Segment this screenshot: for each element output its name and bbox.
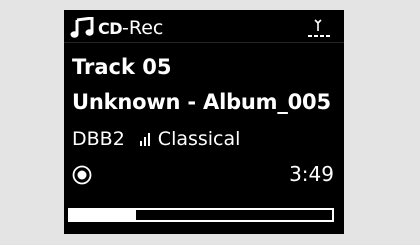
station-label: DBB2 — [72, 128, 125, 150]
progress-fill — [70, 210, 136, 220]
antenna-signal-icon — [308, 19, 332, 37]
track-number: Track 05 — [72, 55, 172, 79]
record-icon — [72, 165, 92, 185]
source-row: DBB2 Classical — [72, 128, 240, 150]
genre-label: Classical — [157, 128, 241, 150]
signal-bars-icon — [139, 133, 150, 146]
progress-bar — [68, 208, 334, 222]
music-note-icon — [70, 17, 94, 38]
mode-label: -Rec — [122, 17, 164, 39]
cd-logo: CD — [98, 18, 123, 38]
title-divider — [64, 42, 344, 43]
status-row: 3:49 — [72, 162, 334, 188]
title-bar: CD -Rec — [70, 14, 334, 42]
album-title: Unknown - Album_005 — [72, 90, 331, 114]
display-screen: CD -Rec Track 05 Unknown - Album_005 DBB… — [64, 10, 344, 234]
elapsed-time: 3:49 — [289, 162, 334, 186]
